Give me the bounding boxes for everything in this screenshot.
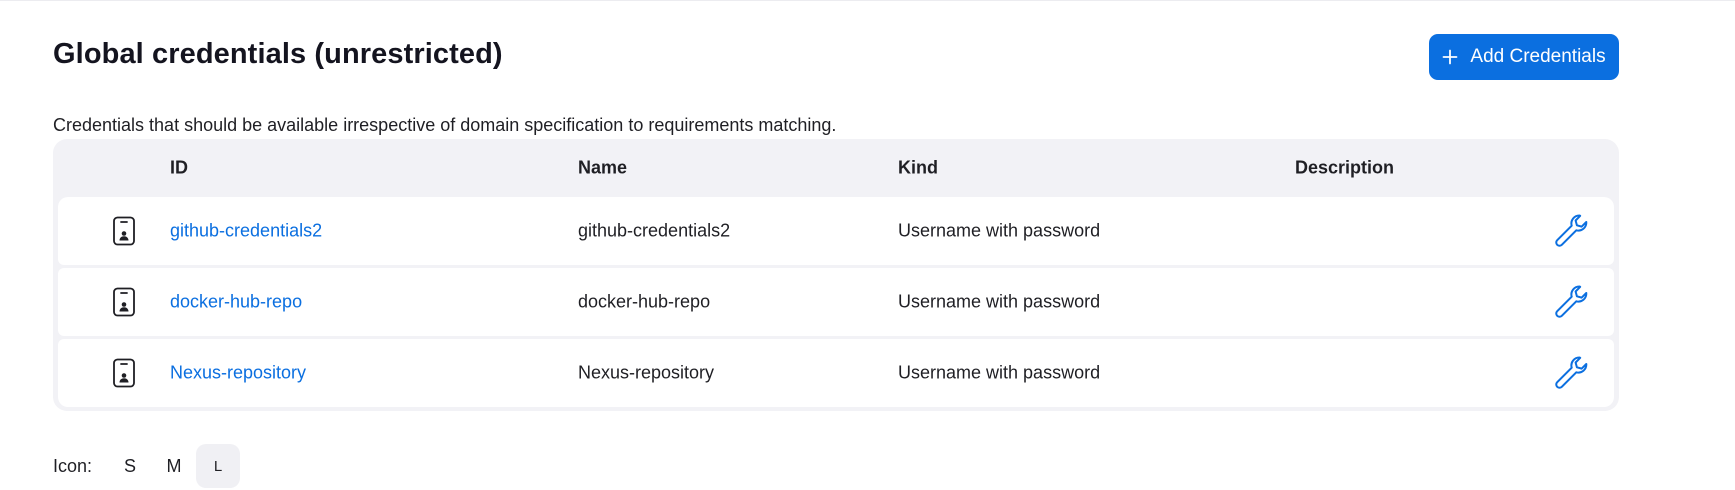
icon-size-label: Icon:: [53, 455, 93, 476]
credential-kind: Username with password: [898, 362, 1101, 383]
credential-kind: Username with password: [898, 220, 1101, 241]
icon-size-selector: Icon: S M L: [53, 444, 241, 488]
credential-id-link[interactable]: docker-hub-repo: [170, 292, 302, 313]
wrench-icon[interactable]: [1552, 354, 1590, 392]
page-title: Global credentials (unrestricted): [53, 38, 503, 70]
table-body: github-credentials2 github-credentials2 …: [58, 197, 1614, 407]
column-header-description[interactable]: Description: [1295, 158, 1394, 179]
table-row: github-credentials2 github-credentials2 …: [58, 197, 1614, 265]
icon-size-medium[interactable]: M: [152, 444, 196, 488]
credential-card-icon: [113, 358, 135, 388]
column-header-id[interactable]: ID: [170, 158, 188, 179]
add-credentials-label: Add Credentials: [1470, 46, 1606, 67]
credential-kind: Username with password: [898, 291, 1101, 312]
credential-card-icon: [113, 287, 135, 317]
table-row: docker-hub-repo docker-hub-repo Username…: [58, 268, 1614, 336]
store-description: Credentials that should be available irr…: [53, 115, 837, 135]
wrench-icon[interactable]: [1552, 212, 1590, 250]
column-header-kind[interactable]: Kind: [898, 158, 938, 179]
add-credentials-button[interactable]: Add Credentials: [1429, 34, 1619, 80]
plus-icon: [1442, 49, 1458, 65]
credential-card-icon: [113, 216, 135, 246]
table-row: Nexus-repository Nexus-repository Userna…: [58, 339, 1614, 407]
credential-name: Nexus-repository: [578, 362, 715, 383]
credentials-table: ID Name Kind Description github-credenti…: [53, 139, 1619, 411]
table-header: ID Name Kind Description: [58, 139, 1614, 197]
credential-id-link[interactable]: github-credentials2: [170, 221, 322, 242]
credential-id-link[interactable]: Nexus-repository: [170, 363, 306, 384]
wrench-icon[interactable]: [1552, 283, 1590, 321]
icon-size-large[interactable]: L: [196, 444, 241, 488]
column-header-name[interactable]: Name: [578, 158, 627, 179]
credential-name: docker-hub-repo: [578, 291, 711, 312]
credential-name: github-credentials2: [578, 220, 731, 241]
top-divider: [0, 0, 1735, 1]
icon-size-small[interactable]: S: [108, 444, 152, 488]
